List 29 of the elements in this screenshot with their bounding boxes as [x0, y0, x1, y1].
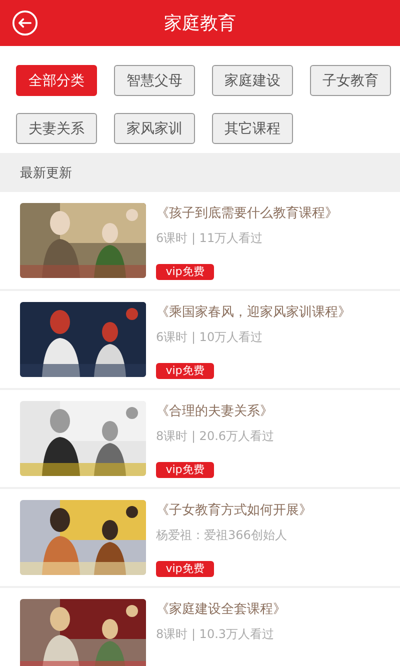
vip-badge: vip免费 — [156, 561, 214, 577]
course-item[interactable]: 《家庭建设全套课程》 8课时 | 10.3万人看过 — [0, 588, 400, 666]
course-meta: 8课时 | 10.3万人看过 — [156, 626, 274, 643]
vip-badge: vip免费 — [156, 363, 214, 379]
course-item[interactable]: 《合理的夫妻关系》 8课时 | 20.6万人看过 vip免费 — [0, 390, 400, 489]
vip-badge: vip免费 — [156, 264, 214, 280]
course-meta: 杨爱祖：爱祖366创始人 — [156, 527, 287, 544]
course-title: 《家庭建设全套课程》 — [156, 601, 286, 618]
course-item[interactable]: 《子女教育方式如何开展》 杨爱祖：爱祖366创始人 vip免费 — [0, 489, 400, 588]
category-button[interactable]: 智慧父母 — [114, 65, 195, 96]
back-icon[interactable] — [12, 10, 38, 36]
course-title: 《乘国家春风，迎家风家训课程》 — [156, 304, 351, 321]
course-item[interactable]: 《孩子到底需要什么教育课程》 6课时 | 11万人看过 vip免费 — [0, 192, 400, 291]
course-title: 《子女教育方式如何开展》 — [156, 502, 312, 519]
category-button[interactable]: 家风家训 — [114, 113, 195, 144]
category-button[interactable]: 全部分类 — [16, 65, 97, 96]
course-item[interactable]: 《乘国家春风，迎家风家训课程》 6课时 | 10万人看过 vip免费 — [0, 291, 400, 390]
page-title: 家庭教育 — [164, 12, 236, 35]
category-button[interactable]: 子女教育 — [310, 65, 391, 96]
course-title: 《孩子到底需要什么教育课程》 — [156, 204, 338, 222]
category-button[interactable]: 家庭建设 — [212, 65, 293, 96]
section-title: 最新更新 — [20, 164, 72, 182]
course-meta: 6课时 | 11万人看过 — [156, 230, 263, 247]
category-button[interactable]: 夫妻关系 — [16, 113, 97, 144]
course-meta: 8课时 | 20.6万人看过 — [156, 428, 274, 445]
vip-badge: vip免费 — [156, 462, 214, 478]
course-title: 《合理的夫妻关系》 — [156, 403, 273, 420]
course-meta: 6课时 | 10万人看过 — [156, 329, 263, 346]
category-button[interactable]: 其它课程 — [212, 113, 293, 144]
